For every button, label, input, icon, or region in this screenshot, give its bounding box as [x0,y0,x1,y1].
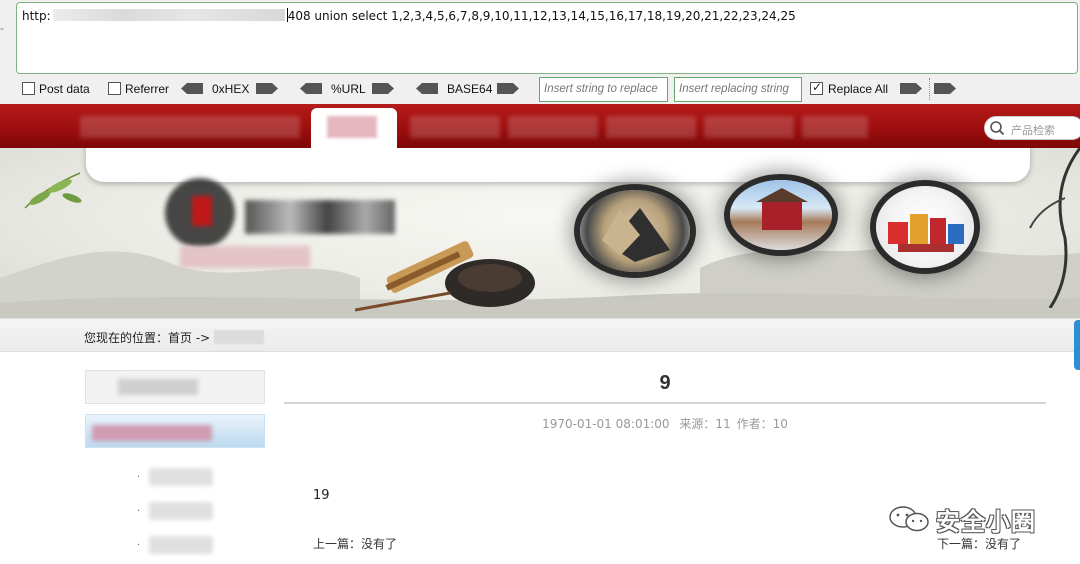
breadcrumb-bar: 您现在的位置：首页 -> [0,318,1080,352]
banner-circle-gate-image [730,180,832,250]
watermark-text: 安全小圈 [936,508,1036,536]
search-placeholder: 产品检索 [1011,124,1055,137]
nav-item-redacted[interactable] [410,116,500,138]
replace-all-label[interactable]: Replace All [828,82,888,96]
nav-item-redacted[interactable] [80,116,300,138]
breadcrumb: 您现在的位置：首页 -> [84,329,265,346]
banner-circle-products-image [876,186,974,268]
toolbar-separator [929,78,930,100]
next-article-link[interactable]: 下一篇：没有了 [937,535,1021,552]
nav-item-redacted[interactable] [704,116,794,138]
sidebar-subitem[interactable]: · [137,466,217,486]
logo-accent-redacted [192,196,212,226]
base64-label: BASE64 [447,82,493,96]
scroll-inkstone-image [355,241,535,312]
floating-side-tab[interactable] [1074,320,1080,370]
url-textarea[interactable]: http: 408 union select 1,2,3,4,5,6,7,8,9,… [16,2,1078,74]
replace-all-checkbox[interactable] [810,80,823,95]
sidebar-subitem[interactable]: · [137,534,217,554]
nav-item-redacted[interactable] [606,116,696,138]
breadcrumb-current-redacted[interactable] [214,330,265,344]
panel-edge-mark: - [0,22,4,35]
banner-top-panel [86,148,1030,182]
sidebar-subitem[interactable]: · [137,500,217,520]
url-encode-label: %URL [331,82,366,96]
url-text: http: 408 union select 1,2,3,4,5,6,7,8,9,… [22,8,796,23]
hex-decode-arrow-icon[interactable] [181,83,203,94]
base64-encode-arrow-icon[interactable] [497,83,519,94]
article-author: 作者：10 [736,417,788,431]
search-icon[interactable] [989,120,1005,136]
hackbar-panel: - http: 408 union select 1,2,3,4,5,6,7,8,… [0,0,1080,104]
insert-replacing-input[interactable]: Insert replacing string [674,77,802,102]
url-decode-arrow-icon[interactable] [300,83,322,94]
hex-encode-arrow-icon[interactable] [256,83,278,94]
article-date: 1970-01-01 08:01:00 [542,417,670,431]
bamboo-leaves-image [24,172,82,209]
nav-item-redacted[interactable] [802,116,868,138]
hex-label: 0xHEX [212,82,250,96]
hackbar-toolbar: Post data Referrer 0xHEX %URL BASE64 Ins… [0,76,1080,102]
main-nav-bar: 产品检索 [0,104,1080,150]
product-search-input[interactable]: 产品检索 [984,116,1080,140]
url-prefix: http: [22,9,51,23]
wechat-logo-icon [889,506,929,532]
site-name-redacted [245,200,395,234]
post-data-label[interactable]: Post data [39,82,90,96]
sidebar-heading-redacted [85,370,265,404]
article-source: 来源：11 [679,417,731,431]
sidebar-item-selected[interactable] [85,414,265,448]
website-content: 产品检索 您现在的位置：首页 -> · · · 9 1970-01-01 08:… [0,104,1080,564]
nav-item-redacted[interactable] [508,116,598,138]
replace-go-arrow-icon[interactable] [900,83,922,94]
site-banner [0,148,1080,318]
site-slogan-redacted [180,246,310,268]
insert-string-input[interactable]: Insert string to replace [539,77,668,102]
nav-active-label-redacted [327,116,377,138]
article-meta: 1970-01-01 08:01:00 来源：11 作者：10 [284,415,1046,432]
url-redacted-host [52,9,285,21]
title-divider [284,402,1046,404]
url-encode-arrow-icon[interactable] [372,83,394,94]
breadcrumb-label: 您现在的位置：首页 -> [84,331,211,345]
base64-decode-arrow-icon[interactable] [416,83,438,94]
url-payload: 408 union select 1,2,3,4,5,6,7,8,9,10,11… [287,9,796,23]
banner-circle-bronze-image [580,190,690,272]
referrer-label[interactable]: Referrer [125,82,169,96]
post-data-checkbox[interactable] [22,82,35,95]
article-body: 19 [313,488,330,503]
nav-item-active[interactable] [311,108,397,150]
extra-arrow-icon[interactable] [934,83,956,94]
referrer-checkbox[interactable] [108,82,121,95]
prev-article-link[interactable]: 上一篇：没有了 [313,535,397,552]
article-title: 9 [659,372,671,394]
ink-branch-image [1029,148,1080,308]
